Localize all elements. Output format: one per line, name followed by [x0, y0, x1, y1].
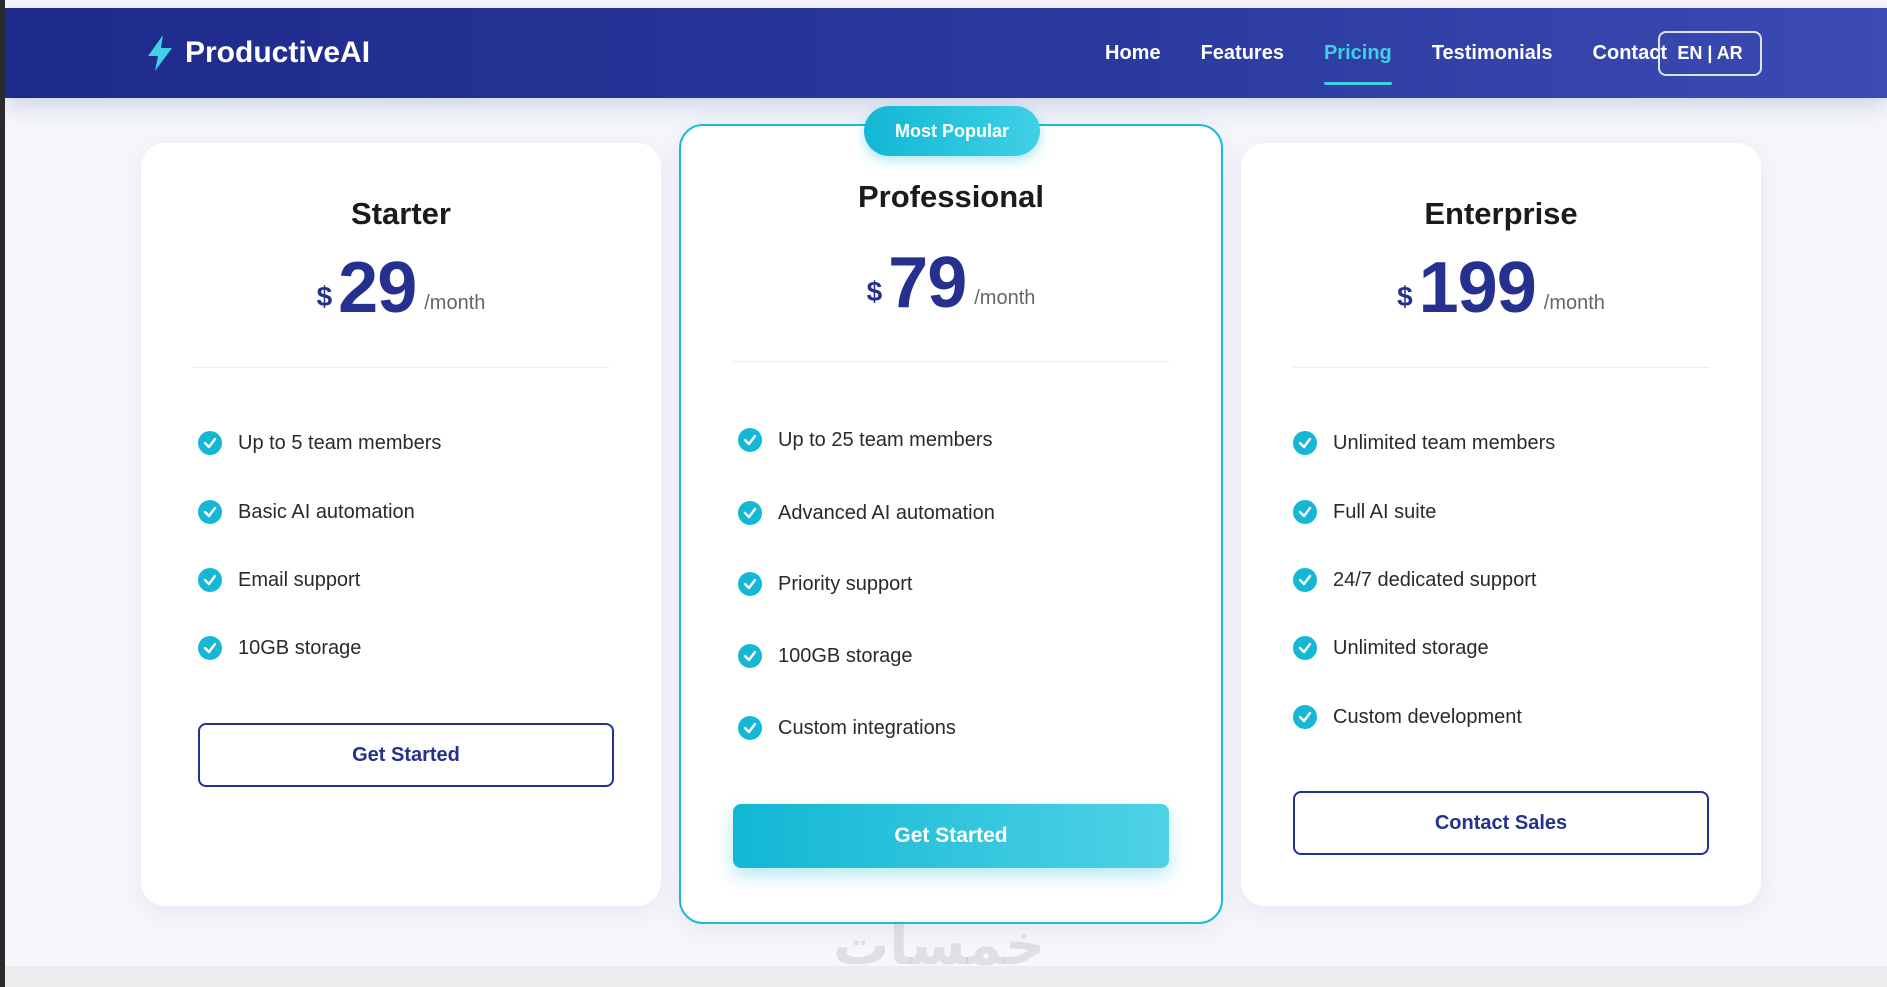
- nav-link-pricing[interactable]: Pricing: [1304, 40, 1412, 85]
- price-amount: 29: [338, 248, 417, 328]
- price-amount: 199: [1418, 248, 1537, 328]
- feature-text: Advanced AI automation: [778, 501, 995, 524]
- price-currency: $: [866, 276, 883, 307]
- feature-text: Priority support: [778, 572, 913, 595]
- nav-link-features[interactable]: Features: [1181, 40, 1304, 84]
- lightning-bolt-icon: [145, 34, 175, 72]
- get-started-button[interactable]: Get Started: [733, 804, 1169, 868]
- feature-text: Custom integrations: [778, 716, 956, 739]
- feature-item: 10GB storage: [198, 636, 361, 660]
- check-icon: [1293, 636, 1317, 660]
- get-started-button[interactable]: Get Started: [198, 723, 614, 787]
- check-icon: [198, 636, 222, 660]
- feature-item: Up to 25 team members: [738, 428, 993, 452]
- feature-item: Email support: [198, 568, 360, 592]
- check-icon: [738, 644, 762, 668]
- divider: [1293, 367, 1709, 368]
- plan-price: $ 29 /month: [141, 248, 661, 328]
- check-icon: [198, 568, 222, 592]
- contact-sales-button[interactable]: Contact Sales: [1293, 791, 1709, 855]
- brand-name: ProductiveAI: [185, 36, 371, 69]
- check-icon: [198, 500, 222, 524]
- pricing-card-professional: Professional $ 79 /month Up to 25 team m…: [679, 124, 1223, 924]
- feature-item: Unlimited storage: [1293, 636, 1489, 660]
- feature-item: Priority support: [738, 572, 913, 596]
- check-icon: [1293, 705, 1317, 729]
- language-toggle-button[interactable]: EN | AR: [1658, 31, 1762, 76]
- divider: [733, 361, 1169, 362]
- check-icon: [1293, 431, 1317, 455]
- navbar: ProductiveAI Home Features Pricing Testi…: [5, 8, 1887, 98]
- feature-text: Full AI suite: [1333, 500, 1437, 523]
- feature-item: 100GB storage: [738, 644, 913, 668]
- nav-link-testimonials[interactable]: Testimonials: [1412, 40, 1573, 84]
- check-icon: [738, 501, 762, 525]
- check-icon: [738, 428, 762, 452]
- plan-name: Starter: [351, 196, 451, 231]
- check-icon: [198, 431, 222, 455]
- check-icon: [1293, 500, 1317, 524]
- feature-item: Unlimited team members: [1293, 431, 1555, 455]
- pricing-card-starter: Starter $ 29 /month Up to 5 team members…: [141, 143, 661, 906]
- feature-text: Email support: [238, 568, 361, 591]
- feature-text: 24/7 dedicated support: [1333, 568, 1537, 591]
- feature-item: Custom integrations: [738, 716, 956, 740]
- feature-text: 10GB storage: [238, 636, 362, 659]
- feature-item: Up to 5 team members: [198, 431, 441, 455]
- plan-price: $ 199 /month: [1241, 248, 1761, 328]
- feature-text: Unlimited team members: [1333, 431, 1556, 454]
- feature-item: Custom development: [1293, 705, 1522, 729]
- price-period: /month: [974, 287, 1036, 309]
- plan-name: Professional: [857, 179, 1045, 214]
- feature-text: Up to 25 team members: [778, 428, 993, 451]
- check-icon: [738, 716, 762, 740]
- most-popular-badge: Most Popular: [864, 106, 1040, 156]
- plan-price: $ 79 /month: [681, 243, 1221, 323]
- feature-item: Basic AI automation: [198, 500, 415, 524]
- check-icon: [1293, 568, 1317, 592]
- check-icon: [738, 572, 762, 596]
- plan-name: Enterprise: [1424, 196, 1578, 231]
- feature-text: Unlimited storage: [1333, 636, 1489, 659]
- brand-logo[interactable]: ProductiveAI: [145, 34, 370, 72]
- page: ProductiveAI Home Features Pricing Testi…: [5, 0, 1887, 987]
- feature-item: Advanced AI automation: [738, 501, 995, 525]
- price-amount: 79: [888, 243, 967, 323]
- price-currency: $: [316, 281, 333, 312]
- feature-text: 100GB storage: [778, 644, 913, 667]
- feature-text: Up to 5 team members: [238, 431, 442, 454]
- feature-item: 24/7 dedicated support: [1293, 568, 1537, 592]
- page-bottom-edge: [5, 966, 1887, 987]
- divider: [193, 367, 609, 368]
- nav-links: Home Features Pricing Testimonials Conta…: [1085, 40, 1687, 85]
- pricing-card-enterprise: Enterprise $ 199 /month Unlimited team m…: [1241, 143, 1761, 906]
- feature-text: Custom development: [1333, 705, 1522, 728]
- nav-link-home[interactable]: Home: [1085, 40, 1181, 84]
- price-period: /month: [424, 292, 486, 314]
- feature-item: Full AI suite: [1293, 500, 1436, 524]
- price-period: /month: [1543, 292, 1605, 314]
- price-currency: $: [1397, 281, 1413, 312]
- feature-text: Basic AI automation: [238, 500, 415, 523]
